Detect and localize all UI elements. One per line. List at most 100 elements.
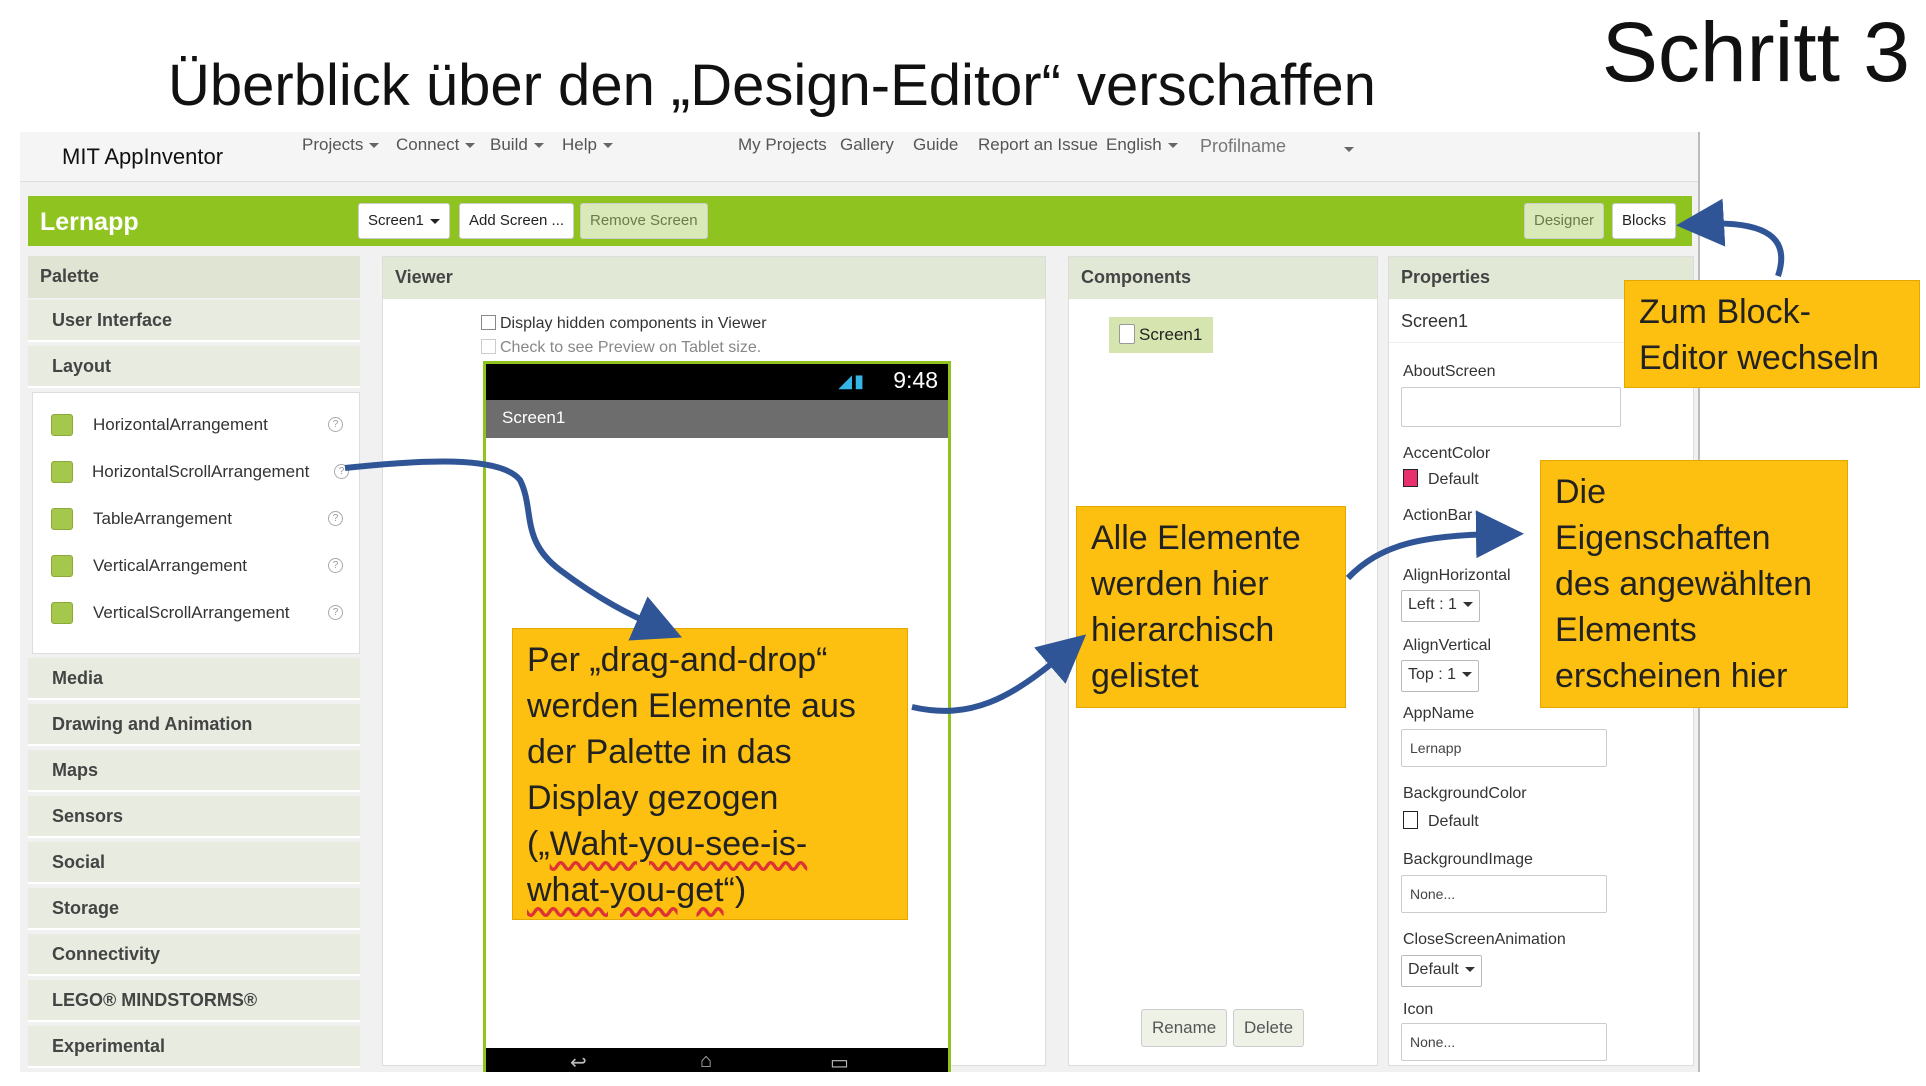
prop-bgcolor-picker[interactable]: Default	[1403, 811, 1479, 831]
menu-projects[interactable]: Projects	[302, 135, 380, 155]
top-nav-bar: MIT AppInventor Projects Connect Build H…	[20, 132, 1698, 182]
prop-bgimage-picker[interactable]: None...	[1401, 875, 1607, 913]
palette-item-label: VerticalArrangement	[93, 556, 248, 575]
viewer-title: Viewer	[383, 257, 1045, 299]
close-anim-value: Default	[1408, 961, 1459, 978]
horizontal-arrangement-icon	[51, 414, 73, 436]
palette-item-label: HorizontalScrollArrangement	[92, 462, 310, 481]
palette-item-horizontal-arrangement[interactable]: HorizontalArrangement ?	[33, 403, 361, 449]
phone-title-bar: Screen1	[486, 400, 948, 438]
palette-category-maps[interactable]: Maps	[28, 750, 360, 792]
prop-actionbar-label: ActionBar	[1403, 507, 1473, 524]
palette-item-table-arrangement[interactable]: TableArrangement ?	[33, 497, 361, 543]
caret-down-icon	[533, 143, 544, 149]
checkbox-icon[interactable]	[481, 315, 496, 330]
tablet-preview-checkbox[interactable]: Check to see Preview on Tablet size.	[481, 339, 761, 357]
callout-text: („	[527, 825, 550, 863]
prop-close-anim-label: CloseScreenAnimation	[1403, 931, 1566, 948]
callout-line: hierarchisch	[1091, 611, 1275, 649]
prop-align-h-select[interactable]: Left : 1	[1401, 590, 1480, 622]
menu-language[interactable]: English	[1106, 135, 1178, 155]
palette-category-media[interactable]: Media	[28, 658, 360, 700]
prop-accent-picker[interactable]: Default	[1403, 469, 1479, 489]
callout-line: Per „drag-and-drop“	[527, 641, 828, 679]
rename-button[interactable]: Rename	[1141, 1009, 1228, 1047]
palette-item-vertical-arrangement[interactable]: VerticalArrangement ?	[33, 544, 361, 590]
designer-button[interactable]: Designer	[1524, 203, 1605, 239]
align-v-value: Top : 1	[1408, 666, 1457, 683]
help-icon[interactable]: ?	[328, 511, 343, 526]
palette-category-storage[interactable]: Storage	[28, 888, 360, 930]
callout-line: Display gezogen	[527, 779, 779, 817]
palette-category-connectivity[interactable]: Connectivity	[28, 934, 360, 976]
accent-value: Default	[1428, 471, 1479, 488]
callout-line: werden hier	[1091, 565, 1269, 603]
menu-build[interactable]: Build	[490, 135, 544, 155]
phone-status-bar: ◢▮ 9:48	[486, 364, 948, 400]
help-icon[interactable]: ?	[334, 464, 349, 479]
table-arrangement-icon	[51, 508, 73, 530]
bgcolor-swatch	[1403, 811, 1418, 829]
callout-line: Alle Elemente	[1091, 519, 1301, 557]
palette-category-drawing-animation[interactable]: Drawing and Animation	[28, 704, 360, 746]
accent-color-swatch	[1403, 469, 1418, 487]
palette-item-horizontal-scroll-arrangement[interactable]: HorizontalScrollArrangement ?	[33, 450, 361, 496]
callout-line: Eigenschaften	[1555, 519, 1771, 557]
palette-item-label: VerticalScrollArrangement	[93, 603, 290, 622]
project-name: Lernapp	[40, 208, 139, 236]
add-screen-button[interactable]: Add Screen ...	[459, 203, 575, 239]
prop-about-textarea[interactable]	[1401, 387, 1621, 427]
prop-bgcolor-label: BackgroundColor	[1403, 785, 1527, 802]
menu-connect[interactable]: Connect	[396, 135, 476, 155]
blocks-button[interactable]: Blocks	[1612, 203, 1677, 239]
caret-down-icon	[602, 143, 613, 149]
menu-build-label: Build	[490, 135, 528, 154]
link-report-issue[interactable]: Report an Issue	[978, 135, 1098, 155]
checkbox-icon[interactable]	[481, 339, 496, 354]
link-guide[interactable]: Guide	[913, 135, 958, 155]
menu-help-label: Help	[562, 135, 597, 154]
remove-screen-button[interactable]: Remove Screen	[580, 203, 708, 239]
help-icon[interactable]: ?	[328, 417, 343, 432]
component-tree-screen1[interactable]: Screen1	[1109, 317, 1213, 353]
prop-accent-label: AccentColor	[1403, 445, 1491, 462]
delete-button[interactable]: Delete	[1233, 1009, 1305, 1047]
step-heading: Schritt 3	[1601, 5, 1910, 99]
profile-menu[interactable]: Profilname	[1200, 136, 1286, 157]
menu-help[interactable]: Help	[562, 135, 613, 155]
help-icon[interactable]: ?	[328, 558, 343, 573]
callout-line: gelistet	[1091, 657, 1199, 695]
caret-down-icon	[465, 143, 476, 149]
phone-screen-title: Screen1	[502, 408, 566, 427]
link-my-projects[interactable]: My Projects	[738, 135, 827, 155]
palette-category-experimental[interactable]: Experimental	[28, 1026, 360, 1068]
display-hidden-label: Display hidden components in Viewer	[500, 315, 767, 332]
horizontal-scroll-arrangement-icon	[51, 461, 73, 483]
palette-category-user-interface[interactable]: User Interface	[28, 300, 360, 342]
screen-select-button[interactable]: Screen1	[358, 203, 450, 239]
help-icon[interactable]: ?	[328, 605, 343, 620]
recent-apps-icon: ▭	[830, 1052, 849, 1072]
palette-category-layout[interactable]: Layout	[28, 346, 360, 388]
prop-appname-input[interactable]: Lernapp	[1401, 729, 1607, 767]
caret-down-icon	[429, 218, 440, 224]
palette-category-social[interactable]: Social	[28, 842, 360, 884]
prop-align-v-select[interactable]: Top : 1	[1401, 660, 1480, 692]
callout-line: Zum Block-	[1639, 293, 1811, 331]
palette-panel: Palette User Interface Layout Horizontal…	[28, 256, 361, 1068]
callout-line: Die	[1555, 473, 1607, 511]
wifi-signal-battery-icon: ◢▮	[838, 371, 866, 391]
display-hidden-checkbox[interactable]: Display hidden components in Viewer	[481, 315, 767, 333]
prop-close-anim-select[interactable]: Default	[1401, 955, 1482, 987]
profile-caret-icon[interactable]	[1344, 147, 1354, 152]
palette-category-sensors[interactable]: Sensors	[28, 796, 360, 838]
link-gallery[interactable]: Gallery	[840, 135, 894, 155]
prop-icon-picker[interactable]: None...	[1401, 1023, 1607, 1061]
palette-category-lego-mindstorms[interactable]: LEGO® MINDSTORMS®	[28, 980, 360, 1022]
menu-projects-label: Projects	[302, 135, 364, 154]
brand-logo-text[interactable]: MIT AppInventor	[62, 144, 223, 170]
palette-item-vertical-scroll-arrangement[interactable]: VerticalScrollArrangement ?	[33, 591, 361, 637]
callout-line: des angewählten	[1555, 565, 1813, 603]
align-h-value: Left : 1	[1408, 596, 1457, 613]
prop-about-label: AboutScreen	[1403, 363, 1496, 380]
